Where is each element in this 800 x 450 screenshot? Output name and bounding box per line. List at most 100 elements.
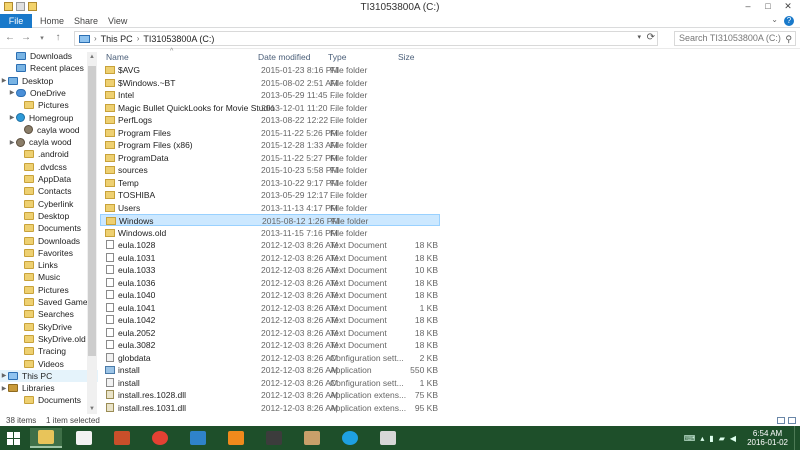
taskbar-app-button[interactable] (182, 428, 214, 448)
breadcrumb-this-pc[interactable]: This PC (101, 34, 133, 44)
large-icons-view-icon[interactable] (788, 417, 796, 424)
file-row[interactable]: install 2012-12-03 8:26 AM Application 550 … (100, 364, 440, 376)
file-row[interactable]: PerfLogs 2013-08-22 12:22 ... File folder (100, 114, 440, 126)
file-row[interactable]: eula.1033 2012-12-03 8:26 AM Text Document… (100, 264, 440, 276)
file-row[interactable]: sources 2015-10-23 5:58 PM File folder (100, 164, 440, 176)
column-header-date[interactable]: Date modified (258, 52, 310, 62)
tray-chevron-icon[interactable]: ▴ (700, 434, 704, 443)
start-button[interactable] (0, 428, 26, 448)
expand-arrow-icon[interactable]: ▶ (8, 89, 16, 96)
details-view-icon[interactable] (777, 417, 785, 424)
nav-item[interactable]: SkyDrive (0, 321, 98, 333)
taskbar-app-button[interactable] (334, 428, 366, 448)
nav-item[interactable]: Contacts (0, 185, 98, 197)
search-input[interactable]: Search TI31053800A (C:) ⚲ (674, 31, 796, 46)
nav-item[interactable]: Pictures (0, 284, 98, 296)
power-icon[interactable]: ▮ (709, 434, 713, 443)
file-row[interactable]: eula.2052 2012-12-03 8:26 AM Text Document… (100, 327, 440, 339)
file-row[interactable]: TOSHIBA 2013-05-29 12:17 ... File folder (100, 189, 440, 201)
nav-item[interactable]: Downloads (0, 235, 98, 247)
nav-item[interactable]: Videos (0, 358, 98, 370)
nav-item[interactable]: SkyDrive.old (0, 333, 98, 345)
address-input[interactable]: › This PC › TI31053800A (C:) ▾ ⟳ (74, 31, 658, 46)
column-header-size[interactable]: Size (398, 52, 415, 62)
nav-item[interactable]: ▶ OneDrive (0, 87, 98, 99)
file-row[interactable]: ProgramData 2015-11-22 5:27 PM File folder (100, 152, 440, 164)
nav-item[interactable]: Searches (0, 308, 98, 320)
nav-item[interactable]: AppData (0, 173, 98, 185)
taskbar-app-button[interactable] (220, 428, 252, 448)
nav-item[interactable]: Desktop (0, 210, 98, 222)
file-row[interactable]: eula.1031 2012-12-03 8:26 AM Text Document… (100, 252, 440, 264)
file-row[interactable]: install.res.1028.dll 2012-12-03 8:26 AM Ap… (100, 389, 440, 401)
nav-item[interactable]: cayla wood (0, 124, 98, 136)
tab-file[interactable]: File (0, 14, 32, 28)
taskbar-app-button[interactable] (258, 428, 290, 448)
file-row[interactable]: eula.1041 2012-12-03 8:26 AM Text Document… (100, 302, 440, 314)
file-row[interactable]: Temp 2013-10-22 9:17 PM File folder (100, 177, 440, 189)
up-arrow-icon[interactable]: ↑ (52, 32, 64, 43)
recent-locations-chevron-icon[interactable]: ▾ (36, 34, 48, 42)
volume-icon[interactable]: ◀ (730, 434, 736, 443)
taskbar-app-button[interactable] (106, 428, 138, 448)
nav-item[interactable]: ▶ This PC (0, 369, 98, 382)
close-button[interactable]: ✕ (778, 0, 798, 12)
nav-item[interactable]: Cyberlink (0, 198, 98, 210)
column-header-type[interactable]: Type (328, 52, 346, 62)
tab-home[interactable]: Home (34, 14, 70, 28)
nav-item[interactable]: ▶ Homegroup (0, 112, 98, 124)
nav-item[interactable]: ▶ Desktop (0, 75, 98, 87)
expand-arrow-icon[interactable]: ▶ (0, 77, 8, 84)
keyboard-icon[interactable]: ⌨ (684, 434, 696, 443)
forward-arrow-icon[interactable]: → (20, 32, 32, 43)
file-row[interactable]: eula.1040 2012-12-03 8:26 AM Text Document… (100, 289, 440, 301)
file-row[interactable]: Program Files 2015-11-22 5:26 PM File fold… (100, 127, 440, 139)
nav-item[interactable]: Music (0, 271, 98, 283)
tab-share[interactable]: Share (68, 14, 104, 28)
file-row[interactable]: Magic Bullet QuickLooks for Movie Studio… (100, 102, 440, 114)
file-row[interactable]: $AVG 2015-01-23 8:16 PM File folder (100, 64, 440, 76)
nav-item[interactable]: Tracing (0, 345, 98, 357)
file-row[interactable]: globdata 2012-12-03 8:26 AM Configuration … (100, 352, 440, 364)
network-icon[interactable]: ▰ (719, 434, 725, 443)
nav-item[interactable]: Documents (0, 394, 98, 406)
file-row[interactable]: eula.1042 2012-12-03 8:26 AM Text Document… (100, 314, 440, 326)
breadcrumb-separator-icon[interactable]: › (94, 34, 97, 43)
nav-scrollbar[interactable]: ▲ ▼ (87, 52, 97, 414)
scrollbar-thumb[interactable] (88, 66, 96, 356)
nav-item[interactable]: Saved Games (0, 296, 98, 308)
refresh-icon[interactable]: ⟳ (647, 32, 655, 43)
minimize-button[interactable]: – (738, 0, 758, 12)
nav-item[interactable]: Recent places (0, 62, 98, 74)
breadcrumb-drive[interactable]: TI31053800A (C:) (143, 34, 214, 44)
nav-item[interactable]: ▶ Libraries (0, 382, 98, 394)
back-arrow-icon[interactable]: ← (4, 32, 16, 43)
file-row[interactable]: eula.1028 2012-12-03 8:26 AM Text Document… (100, 239, 440, 251)
expand-arrow-icon[interactable]: ▶ (8, 114, 16, 121)
file-row[interactable]: $Windows.~BT 2015-08-02 2:51 AM File folde… (100, 77, 440, 89)
expand-ribbon-icon[interactable]: ⌄ (771, 15, 778, 24)
help-icon[interactable]: ? (784, 16, 794, 26)
taskbar-app-button[interactable] (296, 428, 328, 448)
file-row[interactable]: Program Files (x86) 2015-12-28 1:33 AM Fil… (100, 139, 440, 151)
nav-item[interactable]: Downloads (0, 50, 98, 62)
expand-arrow-icon[interactable]: ▶ (8, 139, 16, 146)
expand-arrow-icon[interactable]: ▶ (0, 385, 8, 392)
scroll-down-icon[interactable]: ▼ (87, 406, 97, 412)
show-desktop-button[interactable] (794, 426, 800, 450)
nav-item[interactable]: .android (0, 148, 98, 160)
file-row[interactable]: eula.3082 2012-12-03 8:26 AM Text Document… (100, 339, 440, 351)
file-row[interactable]: Intel 2013-05-29 11:45 ... File folder (100, 89, 440, 101)
taskbar-app-button[interactable] (144, 428, 176, 448)
column-header-name[interactable]: Name (106, 52, 129, 62)
clock[interactable]: 6:54 AM 2016-01-02 (747, 429, 788, 447)
nav-item[interactable]: Pictures (0, 99, 98, 111)
file-row[interactable]: install 2012-12-03 8:26 AM Configuration s… (100, 377, 440, 389)
breadcrumb-separator-icon[interactable]: › (137, 34, 140, 43)
nav-item[interactable]: Links (0, 259, 98, 271)
taskbar-app-button[interactable] (68, 428, 100, 448)
address-dropdown-icon[interactable]: ▾ (637, 33, 641, 41)
nav-item[interactable]: Documents (0, 222, 98, 234)
file-row[interactable]: Users 2013-11-13 4:17 PM File folder (100, 202, 440, 214)
taskbar-app-button[interactable] (30, 428, 62, 448)
